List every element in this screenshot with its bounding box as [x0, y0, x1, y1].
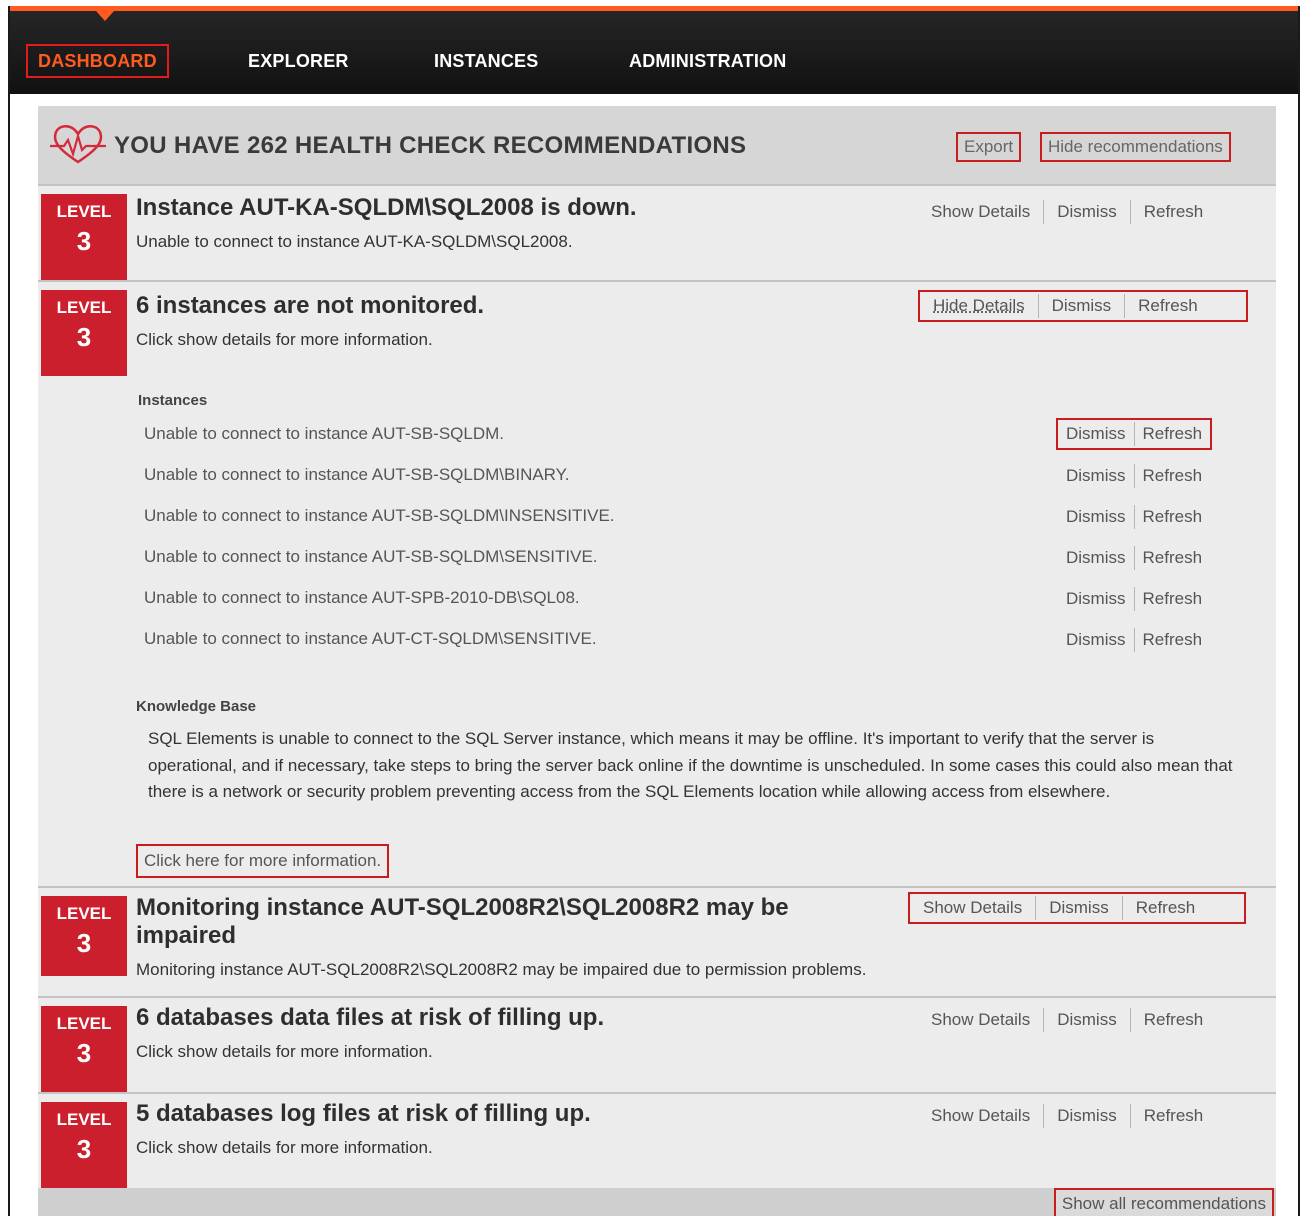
level-badge: LEVEL 3 — [41, 1006, 127, 1092]
recommendation-description: Click show details for more information. — [136, 330, 433, 349]
refresh-button[interactable]: Refresh — [1135, 505, 1211, 529]
level-number: 3 — [76, 226, 92, 256]
level-badge: LEVEL 3 — [41, 896, 127, 976]
show-details-button[interactable]: Show Details — [918, 1104, 1043, 1128]
recommendation-title: Instance AUT-KA-SQLDM\SQL2008 is down. — [136, 194, 637, 221]
dismiss-button[interactable]: Dismiss — [1058, 464, 1134, 488]
level-number: 3 — [76, 1038, 92, 1068]
dismiss-button[interactable]: Dismiss — [1058, 628, 1134, 652]
recommendation-row: LEVEL 3 6 databases data files at risk o… — [38, 996, 1276, 1092]
refresh-button[interactable]: Refresh — [1131, 1008, 1217, 1032]
level-label: LEVEL — [56, 904, 112, 923]
refresh-button[interactable]: Refresh — [1125, 294, 1211, 318]
recommendation-row-expanded: LEVEL 3 6 instances are not monitored. C… — [38, 280, 1276, 878]
dismiss-button[interactable]: Dismiss — [1058, 587, 1134, 611]
level-label: LEVEL — [56, 202, 112, 221]
instance-actions: Dismiss Refresh — [1058, 542, 1210, 574]
more-information-link[interactable]: Click here for more information. — [136, 844, 390, 878]
show-details-button[interactable]: Show Details — [918, 200, 1043, 224]
instance-item: Unable to connect to instance AUT-SPB-20… — [144, 588, 580, 607]
refresh-button[interactable]: Refresh — [1131, 1104, 1217, 1128]
recommendation-actions: Show Details Dismiss Refresh — [918, 196, 1216, 228]
refresh-button[interactable]: Refresh — [1135, 546, 1211, 570]
dismiss-button[interactable]: Dismiss — [1044, 1104, 1130, 1128]
heart-pulse-icon — [50, 125, 106, 164]
dismiss-button[interactable]: Dismiss — [1039, 294, 1125, 318]
knowledge-base-text: SQL Elements is unable to connect to the… — [148, 729, 1233, 801]
nav-dashboard[interactable]: DASHBOARD — [26, 44, 169, 78]
panel-title: YOU HAVE 262 HEALTH CHECK RECOMMENDATION… — [114, 132, 747, 159]
refresh-button[interactable]: Refresh — [1135, 587, 1211, 611]
top-nav-bar: DASHBOARD EXPLORER INSTANCES ADMINISTRAT… — [10, 6, 1298, 94]
instance-item: Unable to connect to instance AUT-SB-SQL… — [144, 465, 570, 484]
instances-section-label: Instances — [138, 392, 208, 409]
instance-item: Unable to connect to instance AUT-SB-SQL… — [144, 547, 598, 566]
hide-details-button[interactable]: Hide Details — [920, 294, 1038, 318]
instance-item: Unable to connect to instance AUT-SB-SQL… — [144, 506, 615, 525]
dismiss-button[interactable]: Dismiss — [1058, 546, 1134, 570]
level-number: 3 — [76, 322, 92, 352]
recommendation-actions: Hide Details Dismiss Refresh — [918, 290, 1248, 322]
recommendation-row: LEVEL 3 5 databases log files at risk of… — [38, 1092, 1276, 1188]
dismiss-button[interactable]: Dismiss — [1044, 200, 1130, 224]
active-tab-caret-icon — [96, 11, 114, 21]
recommendation-actions: Show Details Dismiss Refresh — [918, 1004, 1216, 1036]
recommendation-description: Click show details for more information. — [136, 1138, 433, 1157]
recommendation-description: Monitoring instance AUT-SQL2008R2\SQL200… — [136, 960, 867, 979]
refresh-button[interactable]: Refresh — [1135, 628, 1211, 652]
level-badge: LEVEL 3 — [41, 1102, 127, 1188]
show-all-recommendations-button[interactable]: Show all recommendations — [1053, 1188, 1274, 1216]
instance-item: Unable to connect to instance AUT-SB-SQL… — [144, 424, 505, 443]
dismiss-button[interactable]: Dismiss — [1058, 505, 1134, 529]
app-frame: DASHBOARD EXPLORER INSTANCES ADMINISTRAT… — [8, 6, 1300, 1216]
recommendation-title: 5 databases log files at risk of filling… — [136, 1100, 591, 1127]
level-number: 3 — [76, 928, 92, 958]
recommendation-description: Unable to connect to instance AUT-KA-SQL… — [136, 232, 573, 251]
recommendation-title: 6 instances are not monitored. — [136, 292, 485, 319]
level-label: LEVEL — [56, 1110, 112, 1129]
show-details-button[interactable]: Show Details — [918, 1008, 1043, 1032]
recommendation-actions: Show Details Dismiss Refresh — [918, 1100, 1216, 1132]
instance-actions: Dismiss Refresh — [1058, 583, 1210, 615]
dismiss-button[interactable]: Dismiss — [1036, 896, 1122, 920]
dismiss-button[interactable]: Dismiss — [1058, 422, 1134, 446]
panel-header: YOU HAVE 262 HEALTH CHECK RECOMMENDATION… — [38, 106, 1276, 184]
nav-explorer[interactable]: EXPLORER — [248, 44, 349, 78]
dismiss-button[interactable]: Dismiss — [1044, 1008, 1130, 1032]
refresh-button[interactable]: Refresh — [1135, 422, 1211, 446]
recommendation-description: Click show details for more information. — [136, 1042, 433, 1061]
panel-footer: Show all recommendations — [38, 1188, 1276, 1216]
instance-actions: Dismiss Refresh — [1056, 418, 1213, 450]
knowledge-base-label: Knowledge Base — [136, 698, 257, 715]
refresh-button[interactable]: Refresh — [1123, 896, 1209, 920]
level-badge: LEVEL 3 — [41, 290, 127, 376]
level-label: LEVEL — [56, 1014, 112, 1033]
recommendation-title: 6 databases data files at risk of fillin… — [136, 1004, 605, 1031]
level-number: 3 — [76, 1134, 92, 1164]
recommendation-row: LEVEL 3 Instance AUT-KA-SQLDM\SQL2008 is… — [38, 184, 1276, 280]
recommendations-panel: YOU HAVE 262 HEALTH CHECK RECOMMENDATION… — [38, 106, 1276, 1216]
recommendation-row: LEVEL 3 Monitoring instance AUT-SQL2008R… — [38, 886, 1276, 996]
level-badge: LEVEL 3 — [41, 194, 127, 280]
show-details-button[interactable]: Show Details — [910, 896, 1035, 920]
refresh-button[interactable]: Refresh — [1135, 464, 1211, 488]
export-button[interactable]: Export — [956, 132, 1022, 162]
instance-item: Unable to connect to instance AUT-CT-SQL… — [144, 629, 597, 648]
recommendation-title: Monitoring instance AUT-SQL2008R2\SQL200… — [136, 894, 789, 949]
instance-actions: Dismiss Refresh — [1058, 624, 1210, 656]
recommendation-actions: Show Details Dismiss Refresh — [908, 892, 1246, 924]
hide-recommendations-button[interactable]: Hide recommendations — [1040, 132, 1231, 162]
instance-actions: Dismiss Refresh — [1058, 460, 1210, 492]
instance-actions: Dismiss Refresh — [1058, 501, 1210, 533]
nav-administration[interactable]: ADMINISTRATION — [629, 44, 786, 78]
refresh-button[interactable]: Refresh — [1131, 200, 1217, 224]
nav-instances[interactable]: INSTANCES — [434, 44, 538, 78]
level-label: LEVEL — [56, 298, 112, 317]
